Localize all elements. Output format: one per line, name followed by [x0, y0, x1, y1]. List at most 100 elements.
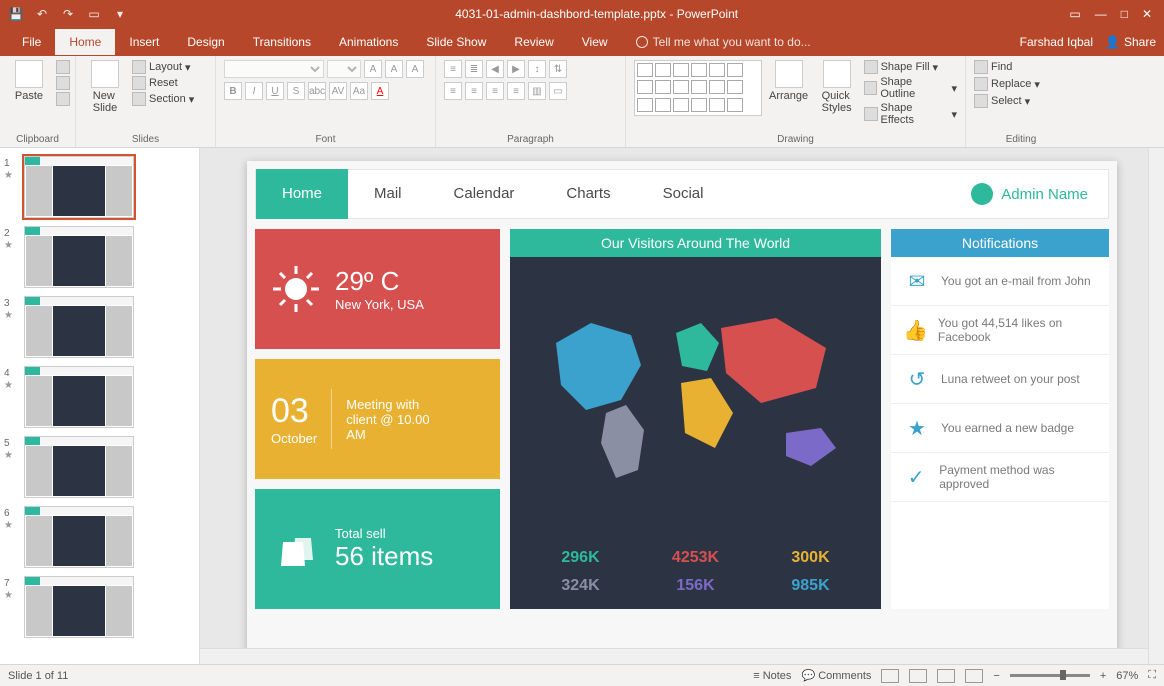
zoom-out-icon[interactable]: −	[993, 670, 999, 682]
find-button[interactable]: Find	[974, 60, 1040, 74]
avatar-icon	[971, 183, 993, 205]
indent-dec-icon[interactable]: ◀	[486, 60, 504, 78]
select-button[interactable]: Select ▾	[974, 94, 1040, 108]
nav-social[interactable]: Social	[637, 169, 730, 219]
nav-mail[interactable]: Mail	[348, 169, 428, 219]
tab-insert[interactable]: Insert	[115, 29, 173, 55]
layout-button[interactable]: Layout ▾	[132, 60, 194, 74]
shrink-font-icon[interactable]: A	[385, 60, 403, 78]
minimize-icon[interactable]: —	[1095, 7, 1107, 21]
qat-dropdown-icon[interactable]: ▾	[112, 6, 128, 22]
tab-design[interactable]: Design	[173, 29, 238, 55]
justify-icon[interactable]: ≡	[507, 82, 525, 100]
file-menu[interactable]: File	[8, 31, 55, 53]
notification-item: ✉You got an e-mail from John	[891, 257, 1109, 306]
columns-icon[interactable]: ▥	[528, 82, 546, 100]
smartart-icon[interactable]: ▭	[549, 82, 567, 100]
font-family-select[interactable]	[224, 60, 324, 78]
copy-icon[interactable]	[56, 76, 70, 90]
meeting-card: 03October Meeting with client @ 10.00 AM	[255, 359, 500, 479]
redo-icon[interactable]: ↷	[60, 6, 76, 22]
slide-thumbnail[interactable]: 5★	[12, 436, 187, 498]
grow-font-icon[interactable]: A	[364, 60, 382, 78]
replace-button[interactable]: Replace ▾	[974, 77, 1040, 91]
save-icon[interactable]: 💾	[8, 6, 24, 22]
slide-thumbnail[interactable]: 3★	[12, 296, 187, 358]
group-drawing: Drawing	[634, 132, 957, 145]
fill-icon	[864, 60, 878, 74]
normal-view-icon[interactable]	[881, 669, 899, 683]
bold-icon[interactable]: B	[224, 82, 242, 100]
quick-styles-button[interactable]: Quick Styles	[816, 60, 858, 114]
underline-icon[interactable]: U	[266, 82, 284, 100]
close-icon[interactable]: ✕	[1142, 7, 1152, 21]
nav-calendar[interactable]: Calendar	[428, 169, 541, 219]
zoom-value: 67%	[1116, 670, 1138, 682]
thumbnail-panel[interactable]: 1★ 2★ 3★ 4★ 5★ 6★ 7★	[0, 148, 200, 664]
paste-button[interactable]: Paste	[8, 60, 50, 102]
case-icon[interactable]: Aa	[350, 82, 368, 100]
vertical-scrollbar[interactable]	[1148, 148, 1164, 664]
shadow-icon[interactable]: abc	[308, 82, 326, 100]
spacing-icon[interactable]: AV	[329, 82, 347, 100]
horizontal-scrollbar[interactable]	[200, 648, 1148, 664]
font-color-icon[interactable]: A	[371, 82, 389, 100]
arrange-button[interactable]: Arrange	[768, 60, 810, 102]
quick-access-toolbar: 💾 ↶ ↷ ▭ ▾	[0, 6, 136, 22]
section-button[interactable]: Section ▾	[132, 92, 194, 106]
tab-slideshow[interactable]: Slide Show	[412, 29, 500, 55]
zoom-slider[interactable]	[1010, 674, 1090, 677]
align-right-icon[interactable]: ≡	[486, 82, 504, 100]
comments-button[interactable]: 💬 Comments	[801, 669, 871, 682]
italic-icon[interactable]: I	[245, 82, 263, 100]
bullets-icon[interactable]: ≡	[444, 60, 462, 78]
format-painter-icon[interactable]	[56, 92, 70, 106]
font-size-select[interactable]	[327, 60, 361, 78]
tab-animations[interactable]: Animations	[325, 29, 412, 55]
share-button[interactable]: 👤 Share	[1105, 35, 1156, 49]
tab-view[interactable]: View	[568, 29, 622, 55]
tab-transitions[interactable]: Transitions	[239, 29, 325, 55]
cut-icon[interactable]	[56, 60, 70, 74]
start-from-beginning-icon[interactable]: ▭	[86, 6, 102, 22]
tab-review[interactable]: Review	[500, 29, 567, 55]
reading-view-icon[interactable]	[937, 669, 955, 683]
notification-item: ✓Payment method was approved	[891, 453, 1109, 502]
numbering-icon[interactable]: ≣	[465, 60, 483, 78]
ribbon-options-icon[interactable]: ▭	[1069, 7, 1080, 21]
slide-thumbnail[interactable]: 4★	[12, 366, 187, 428]
user-name[interactable]: Farshad Iqbal	[1020, 35, 1093, 49]
line-spacing-icon[interactable]: ↕	[528, 60, 546, 78]
shape-outline-button[interactable]: Shape Outline ▾	[864, 76, 957, 100]
admin-badge: Admin Name	[971, 183, 1108, 205]
new-slide-button[interactable]: New Slide	[84, 60, 126, 114]
clear-format-icon[interactable]: A	[406, 60, 424, 78]
text-direction-icon[interactable]: ⇅	[549, 60, 567, 78]
slide-thumbnail[interactable]: 2★	[12, 226, 187, 288]
slide-thumbnail[interactable]: 1★	[12, 156, 187, 218]
indent-inc-icon[interactable]: ▶	[507, 60, 525, 78]
slide-thumbnail[interactable]: 7★	[12, 576, 187, 638]
shapes-gallery[interactable]	[634, 60, 762, 116]
fit-icon[interactable]: ⛶	[1148, 669, 1156, 682]
tab-home[interactable]: Home	[55, 29, 115, 55]
nav-home[interactable]: Home	[256, 169, 348, 219]
slide-canvas[interactable]: Home Mail Calendar Charts Social Admin N…	[247, 161, 1117, 651]
align-center-icon[interactable]: ≡	[465, 82, 483, 100]
shape-effects-button[interactable]: Shape Effects ▾	[864, 102, 957, 126]
strike-icon[interactable]: S	[287, 82, 305, 100]
align-left-icon[interactable]: ≡	[444, 82, 462, 100]
shape-fill-button[interactable]: Shape Fill ▾	[864, 60, 957, 74]
reset-button[interactable]: Reset	[132, 76, 194, 90]
nav-charts[interactable]: Charts	[540, 169, 636, 219]
zoom-in-icon[interactable]: +	[1100, 670, 1106, 682]
notes-button[interactable]: ≡ Notes	[753, 670, 791, 682]
tell-me[interactable]: Tell me what you want to do...	[636, 35, 811, 49]
undo-icon[interactable]: ↶	[34, 6, 50, 22]
sorter-view-icon[interactable]	[909, 669, 927, 683]
window-controls: ▭ — □ ✕	[1057, 7, 1164, 21]
slide-area[interactable]: Home Mail Calendar Charts Social Admin N…	[200, 148, 1164, 664]
slideshow-view-icon[interactable]	[965, 669, 983, 683]
slide-thumbnail[interactable]: 6★	[12, 506, 187, 568]
maximize-icon[interactable]: □	[1121, 7, 1128, 21]
